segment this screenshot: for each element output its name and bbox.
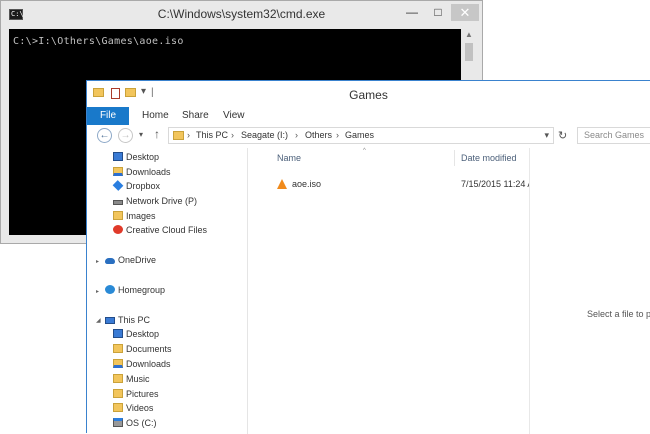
tab-share[interactable]: Share [182,107,209,125]
nav-item-this-pc[interactable]: This PC [105,314,150,327]
nav-item-label: OS (C:) [126,418,157,428]
file-row[interactable]: aoe.iso 7/15/2015 11:24 A [277,178,533,192]
onedrive-icon [105,258,115,264]
folder-icon [113,211,123,220]
up-button[interactable]: ↑ [154,127,160,141]
breadcrumb-this-pc[interactable]: This PC [196,129,228,142]
tab-file[interactable]: File [87,107,129,125]
recent-locations-icon[interactable]: ▾ [139,130,143,139]
dropbox-icon [112,180,124,191]
nav-item-documents[interactable]: Documents [113,343,172,356]
explorer-titlebar[interactable]: ▾ | Games [87,81,650,107]
nav-item-os-drive[interactable]: OS (C:) [113,417,157,430]
tab-home[interactable]: Home [142,107,169,125]
breadcrumb-others[interactable]: Others [305,129,332,142]
nav-item-label: Images [126,211,156,221]
nav-item-pc-downloads[interactable]: Downloads [113,358,171,371]
preview-message: Select a file to pre [587,309,650,319]
nav-item-pictures[interactable]: Pictures [113,388,159,401]
collapse-this-pc-icon[interactable]: ◢ [96,317,101,324]
nav-item-label: Music [126,374,150,384]
explorer-window-title: Games [349,88,388,102]
breadcrumb-separator[interactable]: › [295,129,298,142]
drive-icon [113,418,123,427]
address-dropdown-icon[interactable]: ▾ [544,129,549,142]
breadcrumb-games[interactable]: Games [345,129,374,142]
computer-icon [105,317,115,324]
forward-button[interactable]: → [118,128,133,143]
downloads-icon [113,167,123,176]
nav-item-network-drive[interactable]: Network Drive (P) [113,195,197,208]
nav-item-desktop[interactable]: Desktop [113,151,159,164]
column-header-name[interactable]: Name [277,153,301,163]
expand-onedrive-icon[interactable]: ▸ [96,258,99,265]
preview-pane: Select a file to pre [530,148,650,434]
network-drive-icon [113,200,123,205]
nav-item-label: Videos [126,403,154,413]
videos-icon [113,403,123,412]
breadcrumb-seagate[interactable]: Seagate (I:) [241,129,288,142]
ribbon-tabs: File Home Share View [87,107,650,126]
music-icon [113,374,123,383]
navigation-pane: Desktop Downloads Dropbox Network Drive … [87,148,262,434]
file-list[interactable]: ^ Name Date modified aoe.iso 7/15/2015 1… [263,148,533,434]
tab-view[interactable]: View [223,107,245,125]
nav-item-images[interactable]: Images [113,210,156,223]
nav-item-label: Desktop [126,329,160,339]
nav-item-label: Pictures [126,389,159,399]
navigation-bar: ← → ▾ ↑ › This PC › Seagate (I:) › Other… [87,125,650,148]
scroll-up-icon[interactable]: ▲ [464,31,474,39]
nav-item-label: Downloads [126,359,171,369]
nav-item-label: Downloads [126,167,171,177]
expand-homegroup-icon[interactable]: ▸ [96,288,99,295]
scroll-thumb[interactable] [465,43,473,61]
desktop-icon [113,329,123,338]
vlc-file-icon [277,179,287,189]
search-input[interactable]: Search Games [577,127,650,144]
breadcrumb-separator[interactable]: › [187,129,190,142]
nav-item-videos[interactable]: Videos [113,402,153,415]
file-date-modified: 7/15/2015 11:24 A [461,179,534,189]
nav-item-label: This PC [118,315,151,325]
nav-item-label: OneDrive [118,255,157,265]
nav-item-label: Dropbox [126,181,161,191]
explorer-window: ▾ | Games File Home Share View ← → ▾ ↑ ›… [86,80,650,434]
file-name: aoe.iso [292,179,322,189]
navigation-pane-scrollbar[interactable] [247,148,248,434]
maximize-button[interactable]: □ [425,5,451,21]
creative-cloud-icon [113,225,123,234]
nav-item-pc-desktop[interactable]: Desktop [113,328,159,341]
nav-item-label: Desktop [126,152,160,162]
nav-item-music[interactable]: Music [113,373,150,386]
nav-item-downloads[interactable]: Downloads [113,166,171,179]
downloads-icon [113,359,123,368]
homegroup-icon [105,285,115,294]
breadcrumb-separator[interactable]: › [336,129,339,142]
close-button[interactable]: ✕ [451,4,479,21]
nav-item-onedrive[interactable]: OneDrive [105,254,156,267]
cmd-titlebar[interactable]: C:\ C:\Windows\system32\cmd.exe — □ ✕ [1,1,482,27]
nav-item-creative-cloud[interactable]: Creative Cloud Files [113,224,207,237]
documents-icon [113,344,123,353]
column-header-date-modified[interactable]: Date modified [461,153,517,163]
nav-item-label: Network Drive (P) [126,196,198,206]
nav-item-label: Documents [126,344,172,354]
nav-item-dropbox[interactable]: Dropbox [112,180,161,193]
back-button[interactable]: ← [97,128,112,143]
pictures-icon [113,389,123,398]
address-bar[interactable]: › This PC › Seagate (I:) › Others › Game… [168,127,554,144]
sort-indicator: ^ [363,148,366,154]
breadcrumb-separator[interactable]: › [231,129,234,142]
nav-item-homegroup[interactable]: Homegroup [105,284,165,297]
desktop-icon [113,152,123,161]
console-line: C:\>I:\Others\Games\aoe.iso [13,36,184,47]
minimize-button[interactable]: — [399,5,425,21]
nav-item-label: Homegroup [118,285,166,295]
column-divider[interactable] [454,150,455,166]
refresh-icon[interactable]: ↻ [558,129,567,142]
folder-icon [173,131,184,140]
nav-item-label: Creative Cloud Files [126,225,208,235]
